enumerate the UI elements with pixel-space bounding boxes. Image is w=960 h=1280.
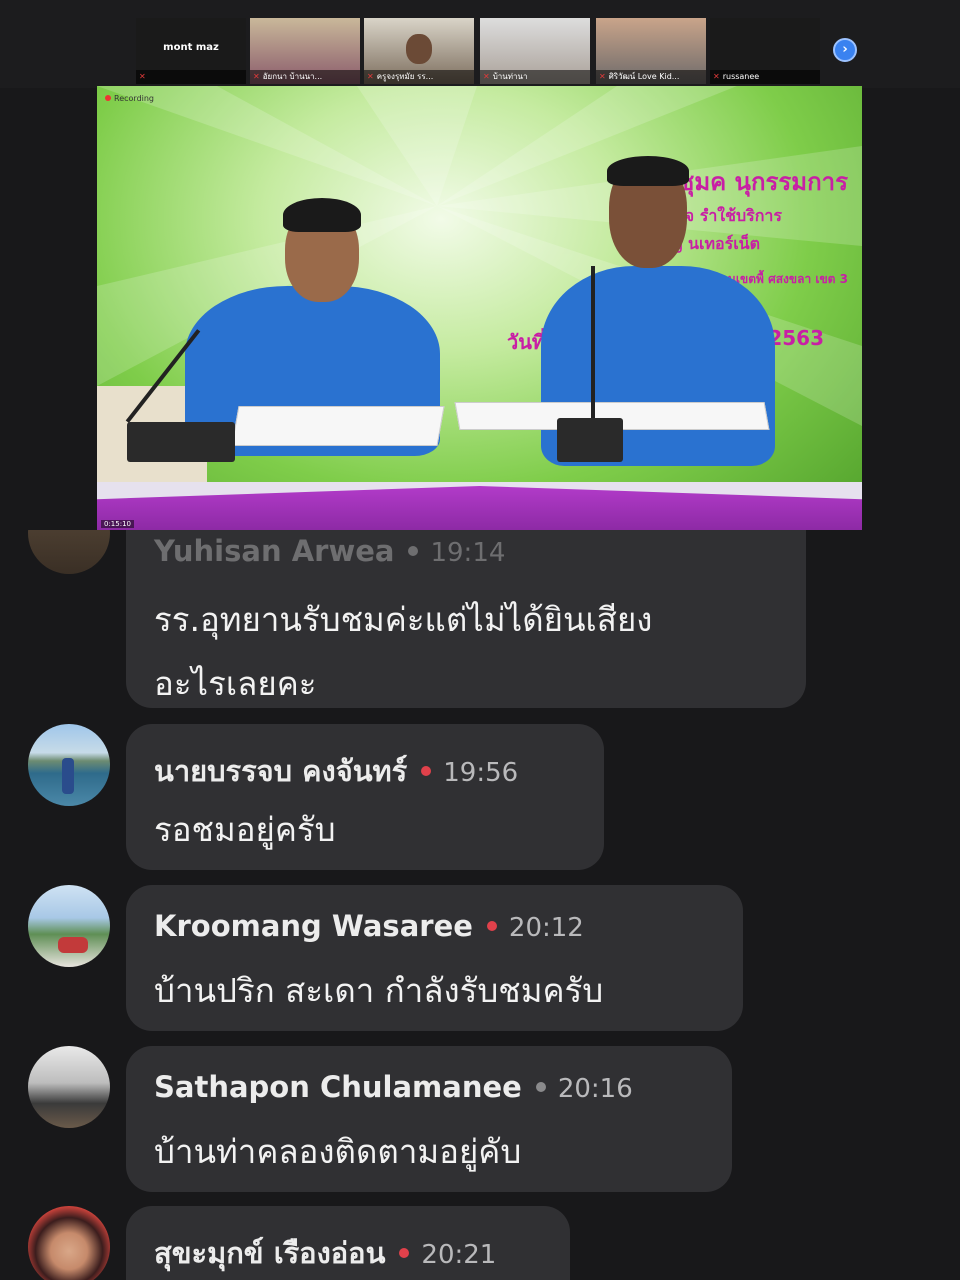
comment-text-line: บ้านปริก สะเดา กำลังรับชมครับ — [154, 971, 604, 1010]
comment-bubble[interactable]: Yuhisan Arwea 19:14 รร.อุทยานรับชมค่ะแต่ไ… — [126, 530, 806, 708]
participant-name: ศิริวัฒน์ Love Kid... — [608, 72, 680, 81]
mic-muted-icon: ✕ — [253, 72, 260, 81]
avatar[interactable] — [28, 1046, 110, 1128]
microphone-base — [557, 418, 623, 462]
comment-text-line: รร.อุทยานรับชมค่ะแต่ไม่ได้ยินเสียง — [154, 600, 653, 639]
mic-muted-icon: ✕ — [599, 72, 606, 81]
comment-list[interactable]: Yuhisan Arwea 19:14 รร.อุทยานรับชมค่ะแต่ไ… — [0, 530, 960, 1280]
commenter-name[interactable]: Yuhisan Arwea — [154, 534, 394, 568]
commenter-name[interactable]: Kroomang Wasaree — [154, 909, 473, 943]
participant-name: บ้านท่านา — [492, 72, 528, 81]
avatar-figure — [62, 758, 74, 794]
next-page-button[interactable]: › — [833, 38, 857, 62]
participant-face — [406, 34, 432, 64]
avatar[interactable] — [28, 1206, 110, 1280]
participant-tile[interactable]: ✕ บ้านท่านา — [480, 18, 590, 84]
participant-tile[interactable]: ✕ russanee — [710, 18, 820, 84]
comment-bubble[interactable]: Kroomang Wasaree 20:12 บ้านปริก สะเดา กำล… — [126, 885, 743, 1031]
comment-time: 20:21 — [421, 1240, 497, 1270]
recording-dot-icon — [105, 95, 111, 101]
commenter-name[interactable]: Sathapon Chulamanee — [154, 1070, 522, 1104]
microphone-base — [127, 422, 235, 462]
mic-muted-icon: ✕ — [713, 72, 720, 81]
comment-bubble[interactable]: สุขะมุกข์ เรืองอ่อน 20:21 — [126, 1206, 570, 1280]
comment-bubble[interactable]: Sathapon Chulamanee 20:16 บ้านท่าคลองติดต… — [126, 1046, 732, 1192]
mic-muted-icon: ✕ — [483, 72, 490, 81]
status-dot — [421, 765, 432, 776]
status-dot — [486, 920, 497, 931]
mic-muted-icon: ✕ — [367, 72, 374, 81]
participant-name-large: mont maz — [163, 42, 219, 53]
comment-time: 19:14 — [430, 538, 506, 568]
participant-tile[interactable]: ✕ ศิริวัฒน์ Love Kid... — [596, 18, 706, 84]
participant-name: อัยกนา บ้านนา... — [262, 72, 323, 81]
comment-bubble[interactable]: นายบรรจบ คงจันทร์ 19:56 รอชมอยู่ครับ — [126, 724, 604, 870]
comment-text-line: บ้านท่าคลองติดตามอยู่คับ — [154, 1132, 522, 1171]
microphone-right — [591, 266, 595, 426]
comment-time: 19:56 — [443, 758, 519, 788]
participant-tile[interactable]: mont maz ✕ — [136, 18, 246, 84]
notebook — [231, 406, 445, 446]
commenter-name[interactable]: นายบรรจบ คงจันทร์ — [154, 754, 407, 788]
commenter-name[interactable]: สุขะมุกข์ เรืองอ่อน — [154, 1236, 385, 1270]
mic-muted-icon: ✕ — [139, 72, 146, 81]
comment-time: 20:16 — [557, 1074, 633, 1104]
avatar[interactable] — [28, 885, 110, 967]
comment-text-line: รอชมอยู่ครับ — [154, 810, 336, 849]
comment-time: 20:12 — [508, 913, 584, 943]
avatar-figure — [58, 937, 88, 953]
recording-indicator: Recording — [105, 94, 154, 103]
main-video[interactable]: Recording ประชุมค นุกรรมการ ตรวจ รำใช้บร… — [97, 86, 862, 530]
participant-tile[interactable]: ✕ ครูจงรุทมัย รร... — [364, 18, 474, 84]
participant-strip: mont maz ✕ ✕ อัยกนา บ้านนา... ✕ ครูจงรุทมั… — [0, 0, 960, 88]
avatar[interactable] — [28, 530, 110, 574]
status-dot — [399, 1247, 410, 1258]
participant-tile[interactable]: ✕ อัยกนา บ้านนา... — [250, 18, 360, 84]
video-status: 0:15:10 — [101, 520, 134, 528]
status-dot — [535, 1081, 546, 1092]
avatar[interactable] — [28, 724, 110, 806]
status-dot — [408, 545, 419, 556]
participant-name: ครูจงรุทมัย รร... — [376, 72, 434, 81]
comment-text-line: อะไรเลยคะ — [154, 664, 317, 703]
participant-name: russanee — [722, 72, 760, 81]
